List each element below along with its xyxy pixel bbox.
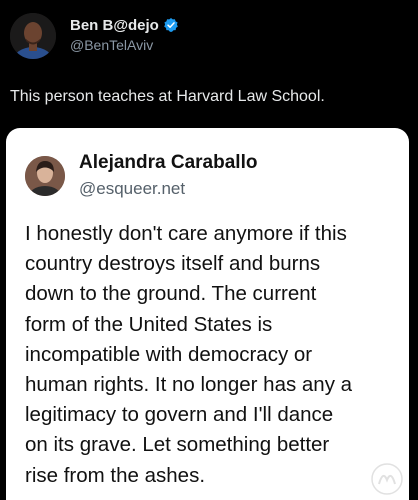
- quoted-text-line: human rights. It no longer has any a: [25, 373, 353, 397]
- author-handle[interactable]: @BenTelAviv: [70, 37, 153, 53]
- avatar-photo-icon: [10, 13, 56, 59]
- avatar-photo-icon: [25, 156, 65, 196]
- verified-badge-icon: [164, 18, 178, 32]
- tweet-header: Ben B@dejo @BenTelAviv: [10, 13, 408, 61]
- quoted-text-line: legitimacy to govern and I'll dance: [25, 403, 334, 427]
- author-display-name[interactable]: Ben B@dejo: [70, 17, 159, 34]
- quoted-post-card[interactable]: Alejandra Caraballo @esqueer.net I hones…: [6, 128, 409, 500]
- quoted-text-line: on its grave. Let something better: [25, 433, 330, 457]
- tweet-text: This person teaches at Harvard Law Schoo…: [10, 88, 325, 105]
- quoted-text-line: I honestly don't care anymore if this: [25, 222, 347, 245]
- author-name-row: Ben B@dejo: [70, 15, 179, 35]
- quoted-text-line: incompatible with democracy or: [25, 342, 313, 366]
- quoted-text-line: form of the United States is: [25, 312, 273, 336]
- quoted-author-handle[interactable]: @esqueer.net: [79, 179, 185, 199]
- quoted-text-line: country destroys itself and burns: [25, 252, 321, 276]
- author-avatar[interactable]: [10, 13, 56, 59]
- quoted-text-line: rise from the ashes.: [25, 463, 206, 487]
- quoted-author-name[interactable]: Alejandra Caraballo: [79, 152, 257, 174]
- quoted-post-body: I honestly don't care anymore if this co…: [25, 219, 407, 491]
- quoted-text-line: down to the ground. The current: [25, 282, 317, 306]
- watermark-logo-icon: [371, 463, 403, 495]
- quoted-author-avatar[interactable]: [25, 156, 65, 196]
